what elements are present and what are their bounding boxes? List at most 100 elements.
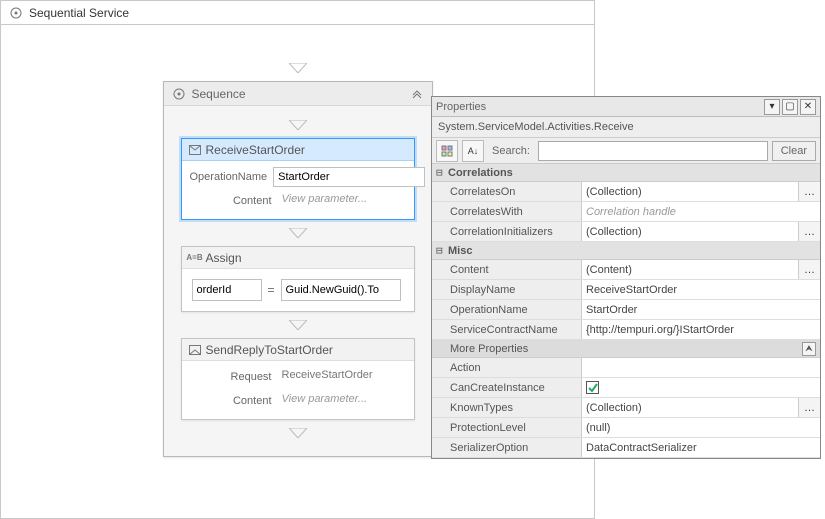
operation-name-grid-value[interactable]: StartOrder [582, 300, 820, 319]
sendreply-body: Request ReceiveStartOrder Content View p… [182, 361, 414, 419]
sendreply-content-label: Content [190, 395, 272, 407]
sequence-activity[interactable]: Sequence ReceiveStartOrder [163, 81, 433, 457]
action-label: Action [432, 358, 582, 377]
receive-content-label: Content [190, 195, 272, 207]
can-create-instance-value[interactable] [582, 378, 820, 397]
row-known-types[interactable]: KnownTypes (Collection) … [432, 398, 820, 418]
ellipsis-button[interactable]: … [798, 182, 820, 201]
restore-icon[interactable]: ▢ [782, 99, 798, 115]
protection-level-label: ProtectionLevel [432, 418, 582, 437]
search-input[interactable] [538, 141, 768, 161]
sendreply-title: SendReplyToStartOrder [206, 343, 333, 357]
row-correlation-initializers[interactable]: CorrelationInitializers (Collection) … [432, 222, 820, 242]
display-name-value[interactable]: ReceiveStartOrder [582, 280, 820, 299]
sendreply-content-link[interactable]: View parameter... [278, 391, 406, 411]
more-properties-row[interactable]: More Properties ⮝ [432, 340, 820, 358]
receive-header[interactable]: ReceiveStartOrder [182, 139, 414, 161]
serializer-option-value[interactable]: DataContractSerializer [582, 438, 820, 457]
sendreply-request-label: Request [190, 371, 272, 383]
row-action[interactable]: Action [432, 358, 820, 378]
known-types-label: KnownTypes [432, 398, 582, 417]
ellipsis-button[interactable]: … [798, 398, 820, 417]
sequential-service-icon [9, 6, 23, 20]
receive-body: OperationName Content View parameter... [182, 161, 414, 219]
designer-root-title: Sequential Service [29, 6, 129, 20]
row-can-create-instance[interactable]: CanCreateInstance [432, 378, 820, 398]
assign-header[interactable]: A=B Assign [182, 247, 414, 269]
envelope-reply-icon [188, 343, 202, 357]
drop-target-arrow[interactable] [288, 226, 308, 240]
assign-body: = [182, 269, 414, 311]
serializer-option-label: SerializerOption [432, 438, 582, 457]
assign-to-input[interactable] [192, 279, 262, 301]
category-correlations[interactable]: ⊟ Correlations [432, 164, 820, 182]
operation-name-row: OperationName [190, 167, 406, 187]
content-value[interactable]: (Content) [582, 260, 798, 279]
operation-name-input[interactable] [273, 167, 425, 187]
row-correlates-with[interactable]: CorrelatesWith Correlation handle [432, 202, 820, 222]
misc-grid: Content (Content) … DisplayName ReceiveS… [432, 260, 820, 340]
can-create-instance-checkbox[interactable] [586, 381, 599, 394]
receive-activity[interactable]: ReceiveStartOrder OperationName Content … [181, 138, 415, 220]
action-value[interactable] [582, 358, 820, 377]
assign-activity[interactable]: A=B Assign = [181, 246, 415, 312]
drop-target-arrow[interactable] [288, 318, 308, 332]
service-contract-name-value[interactable]: {http://tempuri.org/}IStartOrder [582, 320, 820, 339]
dropdown-icon[interactable]: ▾ [764, 99, 780, 115]
category-correlations-label: Correlations [448, 167, 513, 179]
more-grid: Action CanCreateInstance KnownTypes (Col… [432, 358, 820, 458]
sendreply-request-value: ReceiveStartOrder [278, 367, 406, 387]
correlation-initializers-label: CorrelationInitializers [432, 222, 582, 241]
display-name-label: DisplayName [432, 280, 582, 299]
selected-type-label: System.ServiceModel.Activities.Receive [432, 117, 820, 138]
drop-target-arrow[interactable] [288, 61, 308, 75]
operation-name-label: OperationName [190, 171, 268, 183]
ellipsis-button[interactable]: … [798, 260, 820, 279]
correlates-on-label: CorrelatesOn [432, 182, 582, 201]
ellipsis-button[interactable]: … [798, 222, 820, 241]
receive-content-link[interactable]: View parameter... [278, 191, 406, 211]
envelope-icon [188, 143, 202, 157]
search-label: Search: [492, 145, 530, 157]
correlation-initializers-value[interactable]: (Collection) [582, 222, 798, 241]
row-correlates-on[interactable]: CorrelatesOn (Collection) … [432, 182, 820, 202]
equals-label: = [268, 283, 275, 297]
category-misc[interactable]: ⊟ Misc [432, 242, 820, 260]
correlations-grid: CorrelatesOn (Collection) … CorrelatesWi… [432, 182, 820, 242]
correlates-with-label: CorrelatesWith [432, 202, 582, 221]
alphabetical-sort-icon[interactable]: A↓ [462, 140, 484, 162]
properties-titlebar[interactable]: Properties ▾ ▢ ✕ [432, 97, 820, 117]
sendreply-header[interactable]: SendReplyToStartOrder [182, 339, 414, 361]
scroll-up-icon[interactable]: ⮝ [802, 342, 816, 356]
collapse-toggle-icon[interactable]: ⊟ [436, 244, 446, 257]
properties-title: Properties [436, 101, 762, 113]
clear-button[interactable]: Clear [772, 141, 816, 161]
row-operation-name[interactable]: OperationName StartOrder [432, 300, 820, 320]
drop-target-arrow[interactable] [288, 426, 308, 440]
assign-value-input[interactable] [281, 279, 401, 301]
collapse-icon[interactable] [410, 87, 424, 101]
correlates-on-value[interactable]: (Collection) [582, 182, 798, 201]
sequence-header[interactable]: Sequence [164, 82, 432, 106]
row-display-name[interactable]: DisplayName ReceiveStartOrder [432, 280, 820, 300]
sendreply-request-row: Request ReceiveStartOrder [190, 367, 406, 387]
assign-title: Assign [206, 251, 242, 265]
assign-icon: A=B [188, 251, 202, 265]
row-service-contract-name[interactable]: ServiceContractName {http://tempuri.org/… [432, 320, 820, 340]
sendreply-activity[interactable]: SendReplyToStartOrder Request ReceiveSta… [181, 338, 415, 420]
sequence-title: Sequence [192, 87, 410, 101]
correlates-with-value[interactable]: Correlation handle [582, 202, 820, 221]
row-protection-level[interactable]: ProtectionLevel (null) [432, 418, 820, 438]
category-misc-label: Misc [448, 245, 472, 257]
row-serializer-option[interactable]: SerializerOption DataContractSerializer [432, 438, 820, 458]
row-content[interactable]: Content (Content) … [432, 260, 820, 280]
service-contract-name-label: ServiceContractName [432, 320, 582, 339]
close-icon[interactable]: ✕ [800, 99, 816, 115]
categorized-view-icon[interactable] [436, 140, 458, 162]
operation-name-grid-label: OperationName [432, 300, 582, 319]
drop-target-arrow[interactable] [288, 118, 308, 132]
protection-level-value[interactable]: (null) [582, 418, 820, 437]
known-types-value[interactable]: (Collection) [582, 398, 798, 417]
designer-root-header[interactable]: Sequential Service [1, 1, 594, 25]
collapse-toggle-icon[interactable]: ⊟ [436, 166, 446, 179]
